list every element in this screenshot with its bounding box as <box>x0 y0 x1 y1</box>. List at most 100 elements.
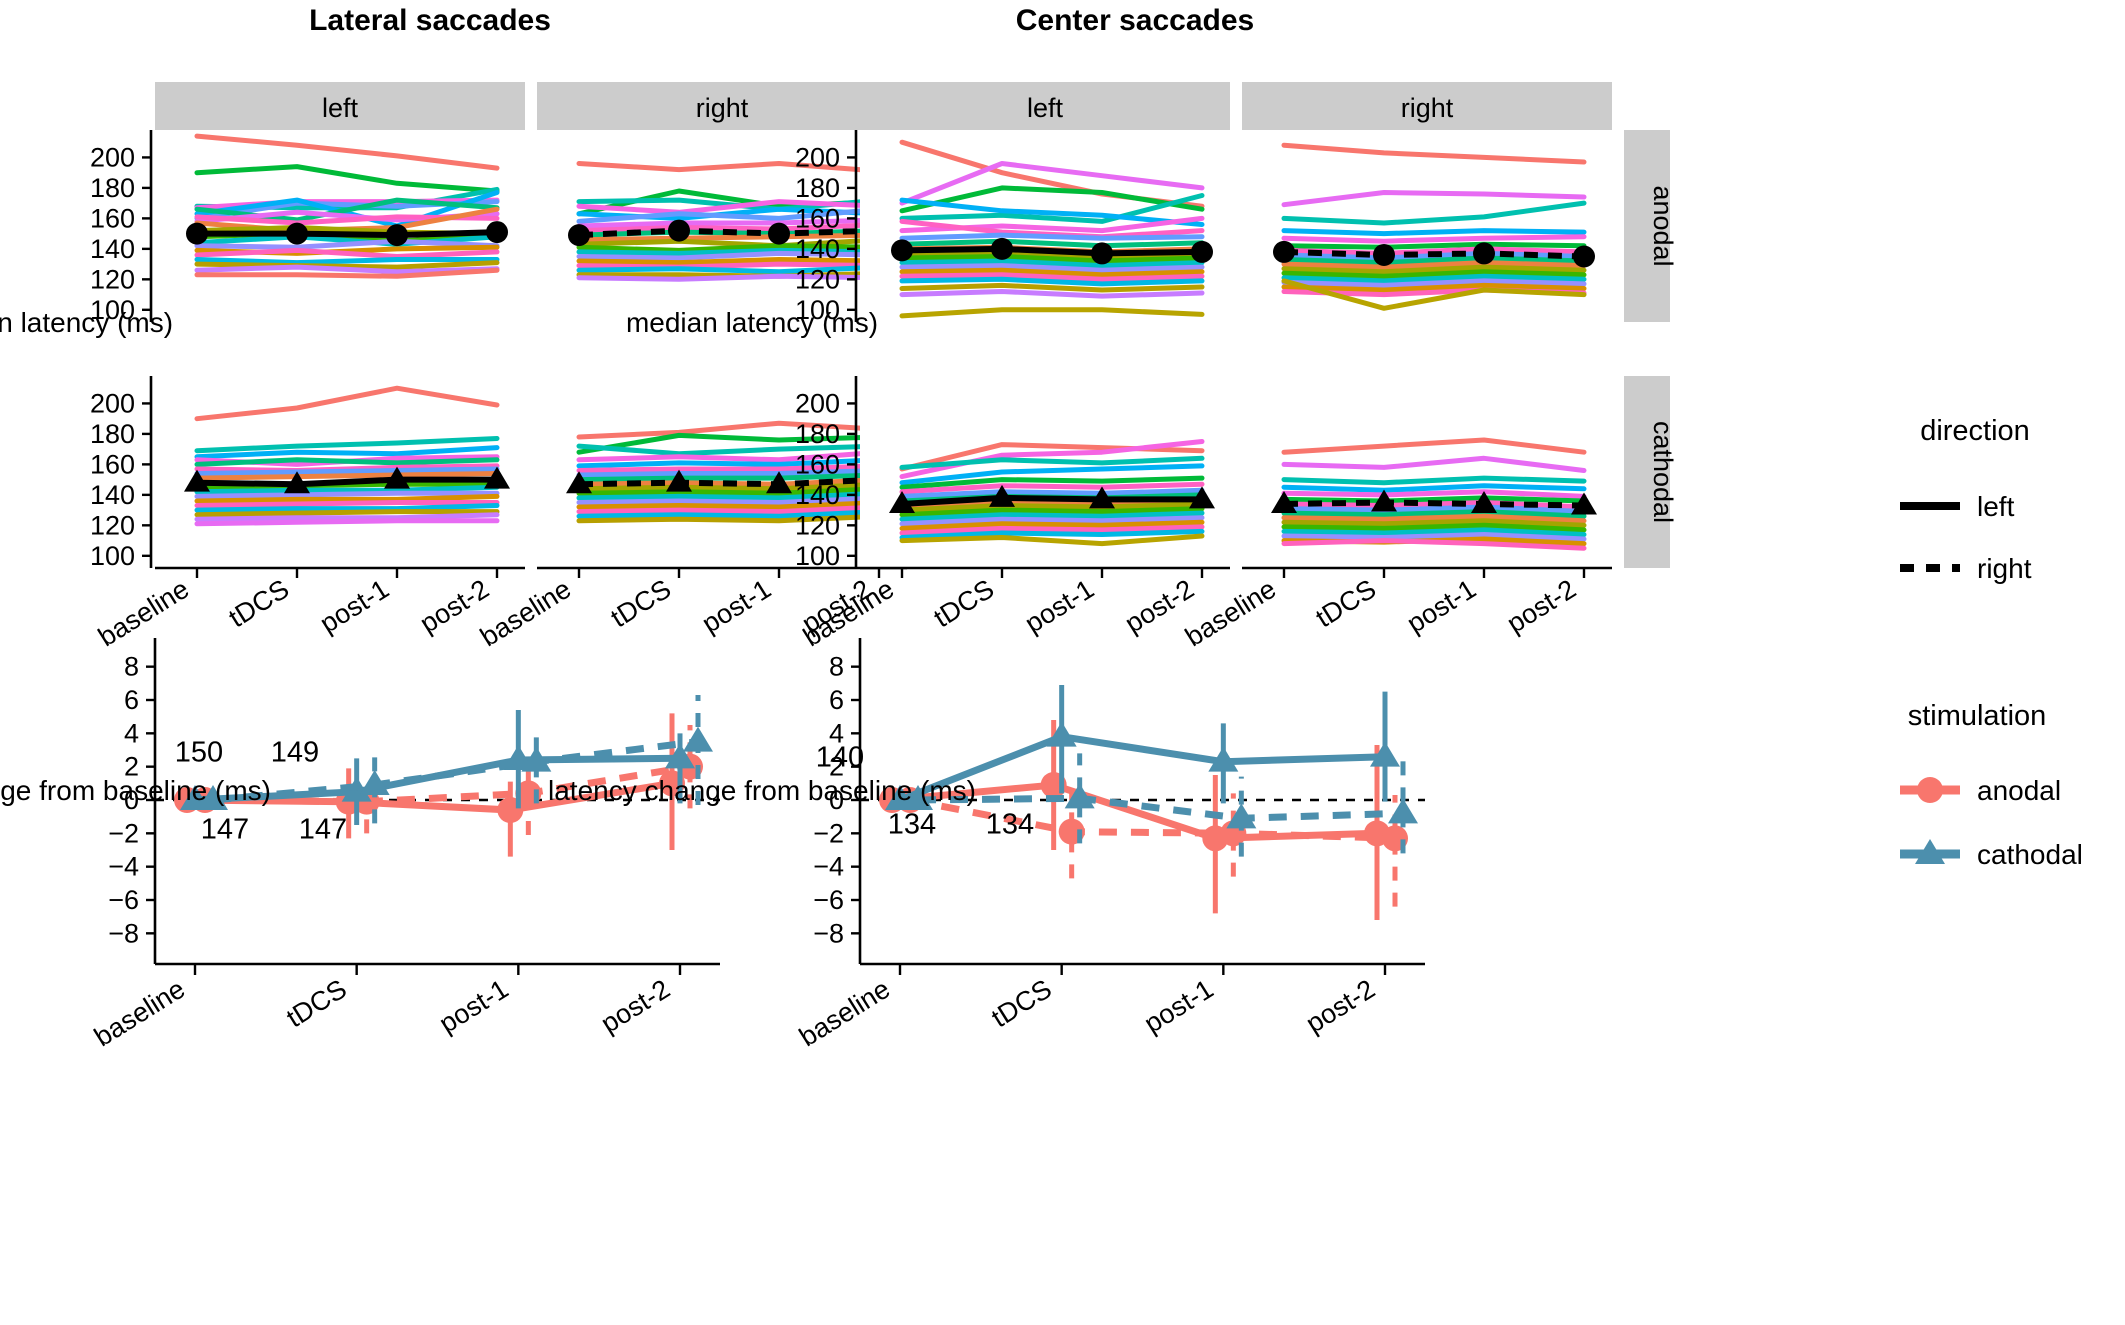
y-tick-label-bottom: −6 <box>108 885 139 915</box>
legend-label-stimulation-anodal: anodal <box>1977 775 2061 806</box>
spaghetti-line <box>899 238 1205 249</box>
group-mean-point-circle <box>386 224 408 247</box>
group-mean-point-circle <box>186 222 208 245</box>
group-mean-line <box>197 229 498 239</box>
y-tick-label: 140 <box>795 480 840 510</box>
x-tick-label: post-1 <box>1020 574 1100 639</box>
y-tick-label: 180 <box>795 419 840 449</box>
figure-svg: Lateral saccadesleftrightanodal100120140… <box>0 4 2083 1053</box>
y-tick-label-bottom: 8 <box>124 652 139 682</box>
y-tick-label: 120 <box>795 510 840 540</box>
group-mean-point-circle <box>991 237 1013 260</box>
baseline-annotation: 140 <box>816 742 864 774</box>
y-tick-label-bottom: −2 <box>108 818 139 848</box>
spaghetti-line <box>1281 489 1587 499</box>
x-tick-label: baseline <box>1180 574 1281 653</box>
group-mean-point-circle <box>1473 242 1495 265</box>
x-tick-label-bottom: tDCS <box>986 974 1057 1034</box>
group-mean-point-circle <box>1091 242 1113 265</box>
y-tick-label-bottom: −6 <box>813 885 844 915</box>
y-axis-title-bottom: latency change from baseline (ms) <box>0 775 271 806</box>
data-point-triangle <box>683 726 713 752</box>
y-axis-title-bottom: latency change from baseline (ms) <box>548 775 976 806</box>
x-tick-label-bottom: post-2 <box>596 974 676 1039</box>
x-tick-label: baseline <box>475 574 576 653</box>
figure-root: Lateral saccadesleftrightanodal100120140… <box>0 0 2125 1325</box>
x-tick-label: post-1 <box>315 574 395 639</box>
x-tick-label-bottom: tDCS <box>281 974 352 1034</box>
baseline-annotation: 134 <box>888 808 936 840</box>
chart-title-lateral: Lateral saccades <box>309 4 551 37</box>
legend-label-direction-left: left <box>1977 491 2015 522</box>
y-tick-label-bottom: −4 <box>108 852 139 882</box>
group-mean-line <box>901 245 1203 257</box>
y-tick-label-bottom: −8 <box>108 918 139 948</box>
group-mean-point-circle <box>768 222 790 245</box>
x-tick-label: post-1 <box>697 574 777 639</box>
y-tick-label: 160 <box>795 203 840 233</box>
y-tick-label: 160 <box>795 449 840 479</box>
y-tick-label-bottom: −8 <box>813 918 844 948</box>
y-tick-label: 180 <box>90 419 135 449</box>
x-tick-label-bottom: post-1 <box>1139 974 1219 1039</box>
y-tick-label: 140 <box>795 234 840 264</box>
baseline-annotation: 134 <box>986 808 1034 840</box>
x-tick-label: post-1 <box>1402 574 1482 639</box>
y-tick-label: 200 <box>90 388 135 418</box>
y-tick-label: 100 <box>90 541 135 571</box>
y-tick-label-bottom: 4 <box>124 718 139 748</box>
group-mean-point-circle <box>486 221 508 244</box>
y-tick-label: 120 <box>90 264 135 294</box>
y-tick-label-bottom: −4 <box>813 852 844 882</box>
facet-strip-row-label-anodal: anodal <box>1648 185 1678 266</box>
spaghetti-line <box>1281 228 1587 237</box>
x-tick-label: post-2 <box>1502 574 1582 639</box>
spaghetti-line <box>1281 483 1587 493</box>
x-tick-label-bottom: baseline <box>794 974 895 1053</box>
y-tick-label: 140 <box>90 234 135 264</box>
y-axis-title-top: median latency (ms) <box>0 307 173 338</box>
y-tick-label: 140 <box>90 480 135 510</box>
group-mean-point-circle <box>1191 240 1213 263</box>
y-axis-title-top: median latency (ms) <box>626 307 878 338</box>
facet-strip-col-label-right: right <box>1401 93 1454 123</box>
x-tick-label: tDCS <box>1311 574 1382 634</box>
y-tick-label: 180 <box>795 173 840 203</box>
x-tick-label-bottom: baseline <box>89 974 190 1053</box>
y-tick-label-bottom: 6 <box>829 685 844 715</box>
group-mean-point-circle <box>568 224 590 247</box>
group-mean-point-circle <box>668 219 690 242</box>
spaghetti-line <box>1281 475 1587 486</box>
spaghetti-line <box>899 289 1205 299</box>
baseline-annotation: 147 <box>201 813 249 845</box>
legend-label-stimulation-cathodal: cathodal <box>1977 839 2083 870</box>
group-mean-point-circle <box>1373 243 1395 266</box>
y-tick-label: 160 <box>90 449 135 479</box>
y-tick-label-bottom: −2 <box>813 818 844 848</box>
spaghetti-line <box>899 232 1205 241</box>
y-tick-label: 200 <box>795 142 840 172</box>
y-tick-label-bottom: 6 <box>124 685 139 715</box>
group-mean-point-circle <box>286 222 308 245</box>
y-tick-label: 100 <box>795 541 840 571</box>
x-tick-label-bottom: post-2 <box>1301 974 1381 1039</box>
facet-strip-row-label-cathodal: cathodal <box>1648 421 1678 523</box>
y-tick-label: 120 <box>795 264 840 294</box>
facet-strip-col-label-left: left <box>1027 93 1064 123</box>
group-mean-point-circle <box>891 239 913 262</box>
y-tick-label: 180 <box>90 173 135 203</box>
x-tick-label-bottom: post-1 <box>434 974 514 1039</box>
facet-strip-col-label-right: right <box>696 93 749 123</box>
chart-title-center: Center saccades <box>1016 4 1254 37</box>
spaghetti-line <box>899 282 1205 293</box>
legend-title-stimulation: stimulation <box>1908 700 2047 732</box>
y-tick-label-bottom: 8 <box>829 652 844 682</box>
x-tick-label: baseline <box>93 574 194 653</box>
y-tick-label: 160 <box>90 203 135 233</box>
group-mean-point-circle <box>1273 240 1295 263</box>
x-tick-label: tDCS <box>606 574 677 634</box>
x-tick-label: tDCS <box>929 574 1000 634</box>
baseline-annotation: 150 <box>175 737 223 769</box>
legend-marker-circle <box>1917 777 1943 803</box>
group-mean-point-circle <box>1573 245 1595 268</box>
